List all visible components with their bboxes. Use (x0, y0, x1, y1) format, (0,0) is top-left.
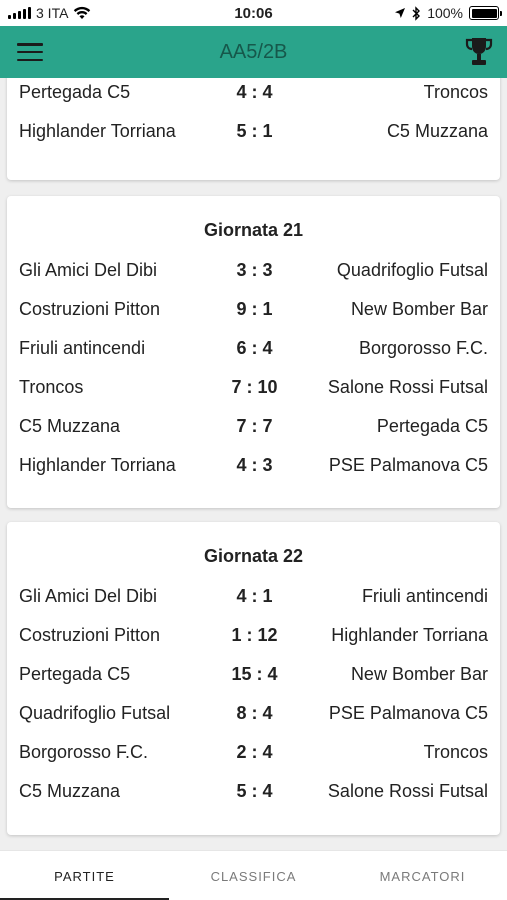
match-row[interactable]: Highlander Torriana 4 : 3 PSE Palmanova … (7, 447, 500, 486)
match-score: 15 : 4 (231, 664, 278, 684)
home-team: Gli Amici Del Dibi (19, 586, 158, 606)
away-team: Quadrifoglio Futsal (336, 260, 488, 280)
match-row[interactable]: Borgorosso F.C. 2 : 4 Troncos (7, 734, 500, 773)
location-arrow-icon (395, 8, 406, 18)
battery-icon (469, 6, 502, 20)
home-team: Pertegada C5 (19, 664, 131, 684)
tab-label: PARTITE (54, 868, 115, 884)
match-row[interactable]: Pertegada C5 4 : 4 Troncos (7, 78, 500, 113)
away-team: Salone Rossi Futsal (327, 781, 488, 801)
match-score: 8 : 4 (236, 703, 273, 723)
home-team: C5 Muzzana (19, 781, 121, 801)
round-title: Giornata 22 (203, 546, 304, 566)
match-score: 9 : 1 (236, 299, 273, 319)
match-row[interactable]: C5 Muzzana 5 : 4 Salone Rossi Futsal (7, 773, 500, 812)
match-row[interactable]: Gli Amici Del Dibi 4 : 1 Friuli antincen… (7, 578, 500, 617)
round-card-previous: Pertegada C5 4 : 4 Troncos Highlander To… (7, 78, 500, 180)
match-score: 4 : 3 (236, 455, 273, 475)
app-bar: AA5/2B (0, 26, 507, 78)
match-row[interactable]: Costruzioni Pitton 9 : 1 New Bomber Bar (7, 291, 500, 330)
away-team: Troncos (423, 742, 488, 762)
home-team: Friuli antincendi (19, 338, 146, 358)
home-team: Costruzioni Pitton (19, 625, 161, 645)
status-right: 100% (394, 5, 502, 21)
home-team: Highlander Torriana (19, 121, 176, 141)
away-team: New Bomber Bar (350, 299, 488, 319)
battery-percent: 100% (427, 5, 463, 21)
match-score: 5 : 4 (236, 781, 273, 801)
match-row[interactable]: C5 Muzzana 7 : 7 Pertegada C5 (7, 408, 500, 447)
round-card-22: Giornata 22 Gli Amici Del Dibi 4 : 1 Fri… (7, 522, 500, 835)
match-score: 4 : 1 (236, 586, 273, 606)
away-team: PSE Palmanova C5 (328, 703, 488, 723)
match-row[interactable]: Highlander Torriana 5 : 1 C5 Muzzana (7, 113, 500, 152)
away-team: PSE Palmanova C5 (328, 455, 488, 475)
home-team: Gli Amici Del Dibi (19, 260, 158, 280)
trophy-icon[interactable] (465, 36, 493, 68)
status-bar: 3 ITA 10:06 100% (0, 0, 507, 26)
match-score: 1 : 12 (231, 625, 278, 645)
match-score: 5 : 1 (236, 121, 273, 141)
bottom-tab-bar: PARTITE CLASSIFICA MARCATORI (0, 850, 507, 900)
tab-label: CLASSIFICA (210, 868, 297, 884)
page-title: AA5/2B (219, 41, 288, 63)
home-team: Highlander Torriana (19, 455, 176, 475)
bluetooth-icon (412, 5, 421, 21)
match-score: 4 : 4 (236, 82, 273, 102)
tab-partite[interactable]: PARTITE (0, 851, 169, 900)
home-team: Troncos (19, 377, 84, 397)
away-team: Troncos (423, 82, 488, 102)
away-team: Highlander Torriana (331, 625, 488, 645)
match-score: 7 : 10 (231, 377, 278, 397)
away-team: C5 Muzzana (386, 121, 488, 141)
round-title: Giornata 21 (203, 220, 304, 240)
match-score: 3 : 3 (236, 260, 273, 280)
home-team: Costruzioni Pitton (19, 299, 161, 319)
match-row[interactable]: Gli Amici Del Dibi 3 : 3 Quadrifoglio Fu… (7, 252, 500, 291)
match-score: 2 : 4 (236, 742, 273, 762)
away-team: New Bomber Bar (350, 664, 488, 684)
match-row[interactable]: Troncos 7 : 10 Salone Rossi Futsal (7, 369, 500, 408)
home-team: C5 Muzzana (19, 416, 121, 436)
match-score: 7 : 7 (236, 416, 273, 436)
match-row[interactable]: Friuli antincendi 6 : 4 Borgorosso F.C. (7, 330, 500, 369)
match-row[interactable]: Pertegada C5 15 : 4 New Bomber Bar (7, 656, 500, 695)
away-team: Salone Rossi Futsal (327, 377, 488, 397)
home-team: Quadrifoglio Futsal (19, 703, 171, 723)
tab-label: MARCATORI (379, 868, 466, 884)
away-team: Pertegada C5 (376, 416, 488, 436)
tab-marcatori[interactable]: MARCATORI (338, 851, 507, 900)
match-score: 6 : 4 (236, 338, 273, 358)
home-team: Borgorosso F.C. (19, 742, 149, 762)
away-team: Borgorosso F.C. (358, 338, 488, 358)
match-row[interactable]: Quadrifoglio Futsal 8 : 4 PSE Palmanova … (7, 695, 500, 734)
matches-list[interactable]: Pertegada C5 4 : 4 Troncos Highlander To… (0, 78, 507, 850)
away-team: Friuli antincendi (361, 586, 488, 606)
round-card-21: Giornata 21 Gli Amici Del Dibi 3 : 3 Qua… (7, 196, 500, 508)
match-row[interactable]: Costruzioni Pitton 1 : 12 Highlander Tor… (7, 617, 500, 656)
home-team: Pertegada C5 (19, 82, 131, 102)
tab-classifica[interactable]: CLASSIFICA (169, 851, 338, 900)
